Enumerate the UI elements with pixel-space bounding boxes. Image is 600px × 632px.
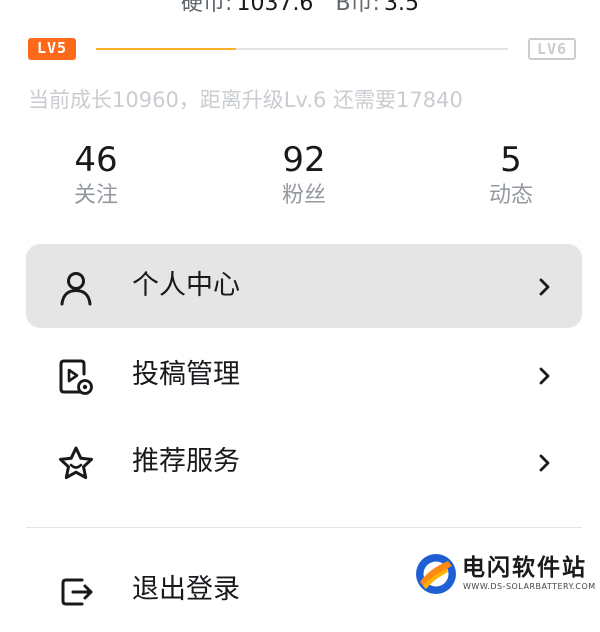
coin-value: 1037.6 — [236, 0, 314, 16]
bcoin-balance: B币: 3.5 — [335, 0, 419, 17]
bcoin-value: 3.5 — [383, 0, 419, 16]
stat-dynamics[interactable]: 5 动态 — [441, 140, 581, 212]
menu-item-personal-center[interactable]: 个人中心 — [26, 244, 582, 328]
level-progress-fill — [96, 48, 237, 50]
current-level-badge: LV5 — [28, 38, 76, 60]
stat-dynamics-count: 5 — [500, 140, 522, 180]
stat-following-label: 关注 — [73, 183, 118, 208]
coin-label: 硬币: — [181, 0, 233, 16]
menu-item-submission-manage[interactable]: 投稿管理 — [26, 333, 582, 417]
stats-row: 46 关注 92 粉丝 5 动态 — [0, 140, 600, 220]
level-progress-track — [96, 48, 508, 50]
menu-item-label: 退出登录 — [132, 574, 240, 605]
growth-text: 当前成长10960，距离升级Lv.6 还需要17840 — [28, 88, 463, 112]
bcoin-label: B币: — [335, 0, 380, 16]
stat-followers-label: 粉丝 — [281, 183, 326, 208]
video-upload-icon — [59, 359, 93, 395]
watermark-name: 电闪软件站 — [462, 555, 587, 581]
stat-dynamics-label: 动态 — [488, 183, 533, 208]
menu-item-label: 推荐服务 — [132, 446, 240, 477]
user-icon — [60, 272, 92, 306]
menu-item-label: 个人中心 — [132, 270, 240, 301]
stat-followers[interactable]: 92 粉丝 — [234, 140, 374, 212]
chevron-right-icon — [539, 454, 550, 472]
menu-item-label: 投稿管理 — [132, 359, 240, 390]
level-progress: LV5 LV6 — [28, 38, 576, 62]
site-watermark: 电闪软件站 WWW.DS-SOLARBATTERY.COM — [406, 549, 600, 600]
stat-following-count: 46 — [74, 140, 118, 180]
logout-icon — [61, 578, 93, 606]
stat-followers-count: 92 — [282, 140, 326, 180]
menu-item-recommend-service[interactable]: 推荐服务 — [26, 420, 582, 504]
next-level-badge: LV6 — [528, 38, 576, 60]
currency-row: 硬币: 1037.6 B币: 3.5 — [0, 0, 600, 18]
star-icon — [59, 446, 93, 480]
watermark-url: WWW.DS-SOLARBATTERY.COM — [463, 582, 596, 591]
chevron-right-icon — [539, 278, 550, 296]
stat-following[interactable]: 46 关注 — [26, 140, 166, 212]
menu-divider — [26, 527, 582, 528]
watermark-logo-icon — [416, 554, 456, 594]
coin-balance: 硬币: 1037.6 — [181, 0, 313, 17]
chevron-right-icon — [539, 367, 550, 385]
